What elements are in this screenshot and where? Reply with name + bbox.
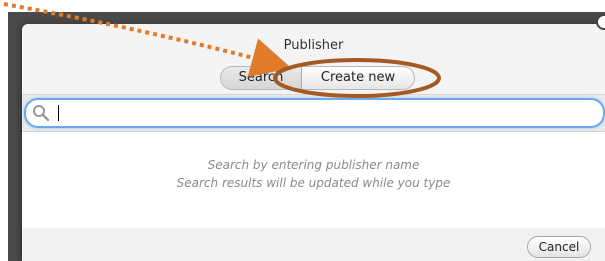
cancel-button[interactable]: Cancel [527, 236, 591, 258]
hint-line-2: Search results will be updated while you… [176, 176, 451, 190]
search-icon [33, 105, 50, 122]
tab-search[interactable]: Search [221, 67, 302, 89]
close-icon[interactable] [596, 14, 605, 30]
hint-line-1: Search by entering publisher name [207, 158, 420, 172]
dialog-footer: Cancel [22, 228, 605, 261]
search-field[interactable] [24, 98, 605, 128]
dialog-title: Publisher [283, 38, 344, 53]
text-caret [58, 105, 59, 121]
publisher-dialog: Publisher Search Create new Search by en… [22, 24, 605, 261]
search-row [22, 94, 605, 132]
search-input[interactable] [56, 102, 590, 124]
search-results-area: Search by entering publisher name Search… [22, 132, 605, 228]
mode-segmented-control: Search Create new [220, 66, 415, 90]
tab-create-new[interactable]: Create new [302, 67, 414, 89]
